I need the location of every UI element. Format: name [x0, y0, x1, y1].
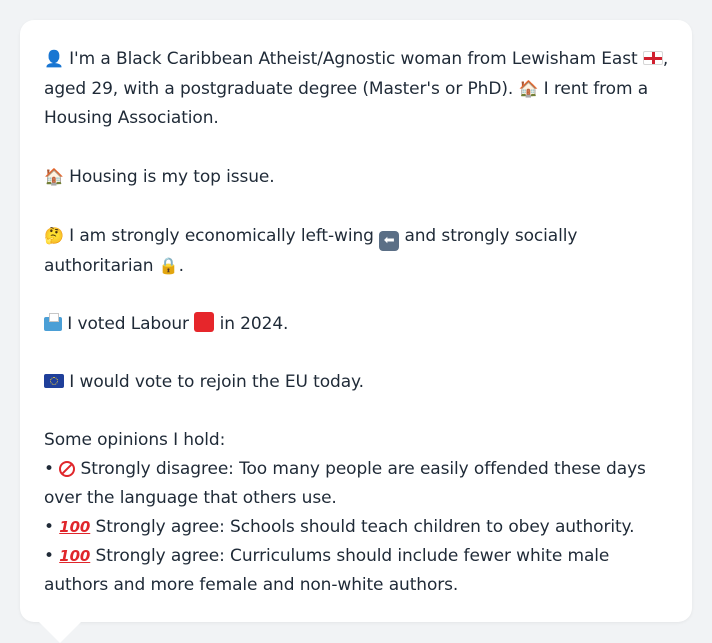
vote-text-2: in 2024. — [214, 314, 289, 334]
red-square-icon — [194, 312, 215, 332]
economics-paragraph: 🤔 I am strongly economically left-wing ⬅… — [44, 221, 670, 281]
opinion-text: Strongly agree: Schools should teach chi… — [90, 517, 635, 537]
opinion-item: • 100 Strongly agree: Schools should tea… — [44, 513, 670, 542]
opinion-text: Strongly disagree: Too many people are e… — [44, 459, 646, 508]
left-arrow-icon: ⬅ — [379, 231, 400, 251]
hundred-points-icon: 100 — [59, 518, 91, 536]
bullet: • — [44, 546, 60, 566]
housing-paragraph: 🏠 Housing is my top issue. — [44, 162, 670, 192]
intro-text-1: I'm a Black Caribbean Atheist/Agnostic w… — [63, 49, 643, 69]
house-icon: 🏠 — [44, 167, 64, 186]
bullet: • — [44, 517, 60, 537]
message-card: 👤 I'm a Black Caribbean Atheist/Agnostic… — [20, 20, 692, 622]
vote-paragraph: I voted Labour in 2024. — [44, 310, 670, 339]
vote-text-1: I voted Labour — [62, 314, 195, 334]
opinions-heading: Some opinions I hold: — [44, 430, 226, 450]
opinion-text: Strongly agree: Curriculums should inclu… — [44, 546, 610, 595]
economics-text-1: I am strongly economically left-wing — [63, 226, 380, 246]
economics-text-3: . — [178, 256, 184, 276]
no-entry-icon — [59, 461, 76, 477]
eu-text: I would vote to rejoin the EU today. — [64, 372, 364, 392]
lock-icon: 🔒 — [158, 256, 179, 275]
person-icon: 👤 — [44, 49, 64, 68]
house-icon: 🏠 — [518, 79, 539, 98]
opinion-item: • Strongly disagree: Too many people are… — [44, 455, 670, 513]
hundred-points-icon: 100 — [59, 547, 91, 565]
ballot-box-icon — [44, 313, 62, 331]
eu-flag-icon — [44, 374, 64, 388]
england-flag-icon — [642, 51, 663, 65]
opinion-item: • 100 Strongly agree: Curriculums should… — [44, 542, 670, 600]
housing-text: Housing is my top issue. — [63, 167, 275, 187]
thinking-face-icon: 🤔 — [44, 226, 64, 245]
eu-paragraph: I would vote to rejoin the EU today. — [44, 368, 670, 397]
intro-paragraph: 👤 I'm a Black Caribbean Atheist/Agnostic… — [44, 44, 670, 133]
speech-bubble-pointer — [38, 621, 82, 643]
bullet: • — [44, 459, 60, 479]
